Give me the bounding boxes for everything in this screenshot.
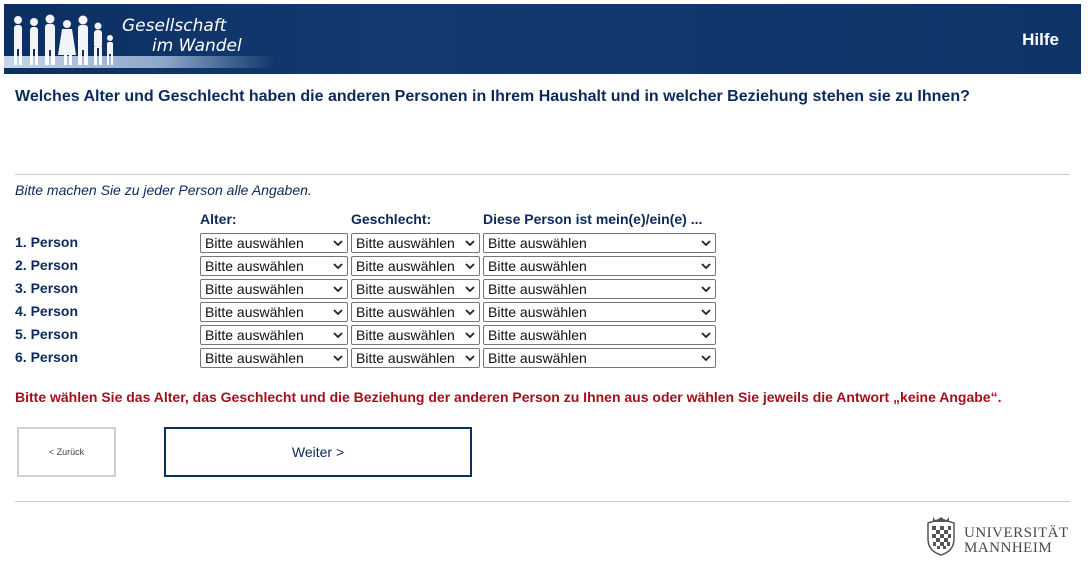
logo-line-1: Gesellschaft (122, 16, 227, 36)
chevron-down-icon (333, 309, 343, 316)
divider-bottom (15, 501, 1070, 502)
row-label: 4. Person (15, 303, 79, 319)
relation-select-4[interactable]: Bitte auswählen (483, 302, 716, 322)
row-label: 3. Person (15, 280, 79, 296)
chevron-down-icon (333, 355, 343, 362)
university-name-line-2: MANNHEIM (964, 540, 1053, 556)
relation-select-1[interactable]: Bitte auswählen (483, 233, 716, 253)
gender-select-1[interactable]: Bitte auswählen (351, 233, 480, 253)
chevron-down-icon (701, 355, 711, 362)
chevron-down-icon (701, 263, 711, 270)
age-select-2[interactable]: Bitte auswählen (200, 256, 348, 276)
people-silhouette-logo-icon (14, 14, 113, 65)
site-header: Gesellschaft im Wandel Hilfe (4, 4, 1081, 74)
select-value: Bitte auswählen (205, 350, 304, 366)
age-select-6[interactable]: Bitte auswählen (200, 348, 348, 368)
select-value: Bitte auswählen (205, 304, 304, 320)
select-value: Bitte auswählen (205, 235, 304, 251)
chevron-down-icon (333, 240, 343, 247)
select-value: Bitte auswählen (205, 281, 304, 297)
chevron-down-icon (465, 332, 475, 339)
gender-select-6[interactable]: Bitte auswählen (351, 348, 480, 368)
chevron-down-icon (465, 286, 475, 293)
gender-select-3[interactable]: Bitte auswählen (351, 279, 480, 299)
column-header-gender: Geschlecht: (351, 211, 432, 227)
relation-select-3[interactable]: Bitte auswählen (483, 279, 716, 299)
question-text: Welches Alter und Geschlecht haben die a… (15, 88, 970, 105)
row-label: 6. Person (15, 349, 79, 365)
site-logo-text: Gesellschaft im Wandel (122, 16, 242, 56)
select-value: Bitte auswählen (356, 304, 455, 320)
instruction-text: Bitte machen Sie zu jeder Person alle An… (15, 182, 312, 198)
age-select-4[interactable]: Bitte auswählen (200, 302, 348, 322)
select-value: Bitte auswählen (488, 258, 587, 274)
select-value: Bitte auswählen (356, 258, 455, 274)
university-name-line-1: UNIVERSITÄT (964, 525, 1069, 541)
validation-error-message: Bitte wählen Sie das Alter, das Geschlec… (15, 389, 1002, 405)
select-value: Bitte auswählen (488, 281, 587, 297)
chevron-down-icon (465, 240, 475, 247)
logo-line-2: im Wandel (152, 36, 242, 56)
age-select-1[interactable]: Bitte auswählen (200, 233, 348, 253)
select-value: Bitte auswählen (356, 235, 455, 251)
select-value: Bitte auswählen (488, 350, 587, 366)
chevron-down-icon (701, 309, 711, 316)
university-logo: UNIVERSITÄT MANNHEIM (924, 515, 1074, 559)
chevron-down-icon (465, 309, 475, 316)
gender-select-2[interactable]: Bitte auswählen (351, 256, 480, 276)
chevron-down-icon (701, 286, 711, 293)
column-header-relation: Diese Person ist mein(e)/ein(e) ... (483, 211, 703, 227)
row-label: 1. Person (15, 234, 79, 250)
chevron-down-icon (333, 263, 343, 270)
relation-select-2[interactable]: Bitte auswählen (483, 256, 716, 276)
row-label: 2. Person (15, 257, 79, 273)
chevron-down-icon (465, 355, 475, 362)
chevron-down-icon (333, 286, 343, 293)
back-button[interactable]: < Zurück (17, 427, 116, 477)
select-value: Bitte auswählen (488, 304, 587, 320)
chevron-down-icon (333, 332, 343, 339)
age-select-5[interactable]: Bitte auswählen (200, 325, 348, 345)
select-value: Bitte auswählen (488, 327, 587, 343)
help-link[interactable]: Hilfe (1022, 30, 1059, 50)
row-label: 5. Person (15, 326, 79, 342)
select-value: Bitte auswählen (356, 350, 455, 366)
select-value: Bitte auswählen (488, 235, 587, 251)
chevron-down-icon (701, 332, 711, 339)
relation-select-5[interactable]: Bitte auswählen (483, 325, 716, 345)
select-value: Bitte auswählen (205, 258, 304, 274)
age-select-3[interactable]: Bitte auswählen (200, 279, 348, 299)
chevron-down-icon (701, 240, 711, 247)
university-crest-icon (927, 517, 955, 556)
select-value: Bitte auswählen (356, 281, 455, 297)
select-value: Bitte auswählen (356, 327, 455, 343)
divider-top (15, 174, 1070, 175)
column-header-age: Alter: (200, 211, 237, 227)
gender-select-5[interactable]: Bitte auswählen (351, 325, 480, 345)
gender-select-4[interactable]: Bitte auswählen (351, 302, 480, 322)
next-button[interactable]: Weiter > (164, 427, 472, 477)
chevron-down-icon (465, 263, 475, 270)
relation-select-6[interactable]: Bitte auswählen (483, 348, 716, 368)
select-value: Bitte auswählen (205, 327, 304, 343)
